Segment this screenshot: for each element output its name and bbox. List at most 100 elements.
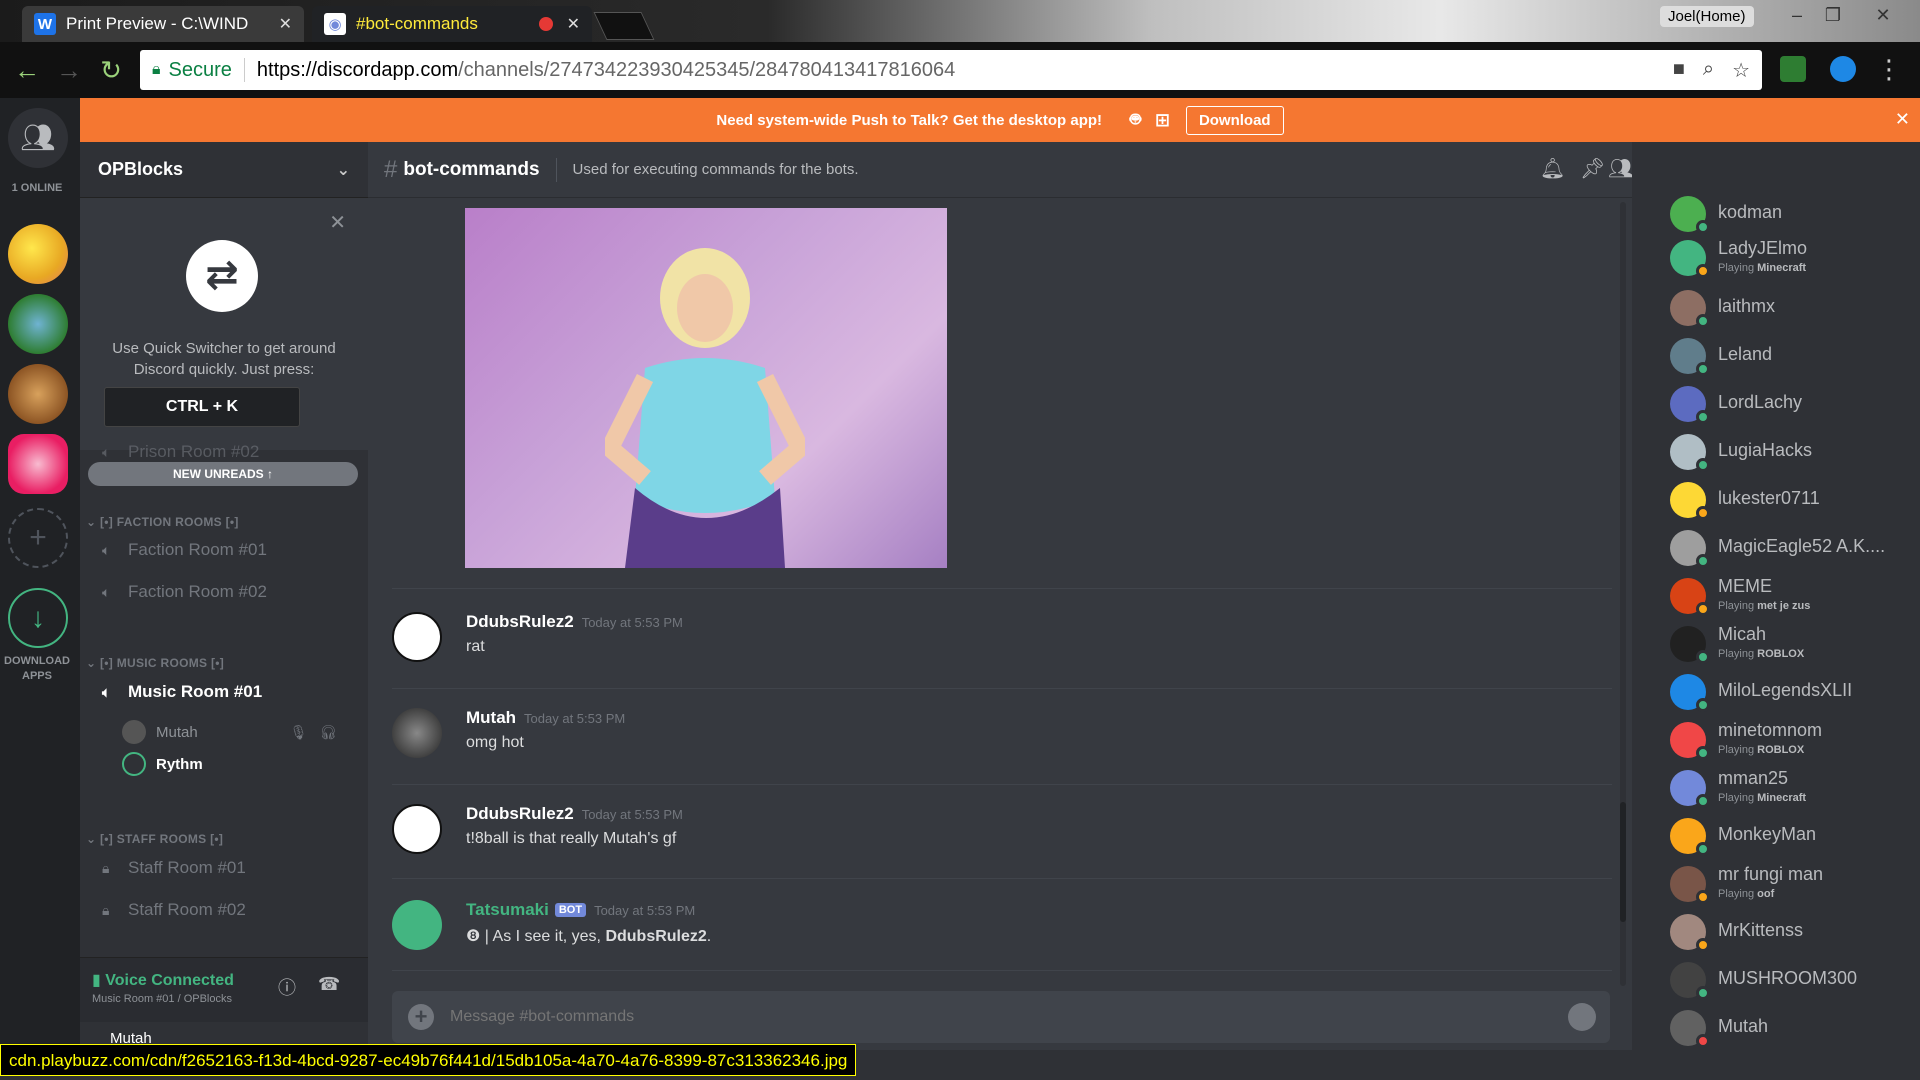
new-unreads-button[interactable]: NEW UNREADS ↑: [88, 462, 358, 486]
status-dot: [1696, 650, 1710, 664]
member-item[interactable]: MagicEagle52 A.K....: [1670, 528, 1910, 568]
restore-icon[interactable]: ❐: [1816, 2, 1850, 28]
message-author[interactable]: Tatsumaki BOT Today at 5:53 PM: [466, 900, 695, 920]
member-name: kodman: [1718, 202, 1783, 222]
tab-close-icon[interactable]: ✕: [567, 14, 580, 34]
category-faction-rooms[interactable]: ⌄ [•] FACTION ROOMS [•]: [86, 515, 239, 529]
tab-label: Print Preview - C:\WIND: [66, 14, 249, 33]
message-input[interactable]: [450, 1008, 1568, 1026]
message-author[interactable]: DdubsRulez2 Today at 5:53 PM: [466, 612, 683, 632]
avatar[interactable]: [392, 612, 442, 662]
chat-scrollbar[interactable]: [1620, 202, 1626, 986]
member-item[interactable]: Leland: [1670, 336, 1910, 376]
extension-shield-icon[interactable]: [1780, 56, 1806, 82]
member-item[interactable]: MrKittenss: [1670, 912, 1910, 952]
extension-circle-icon[interactable]: [1830, 56, 1856, 82]
minimize-icon[interactable]: –: [1780, 2, 1814, 28]
info-icon[interactable]: ⓘ: [278, 974, 296, 1000]
server-icon-spongebob[interactable]: [8, 224, 68, 284]
channel-music-room-01[interactable]: 🔈︎ Music Room #01: [102, 682, 262, 702]
server-header[interactable]: OPBlocks ⌄: [80, 142, 368, 198]
message-author[interactable]: Mutah Today at 5:53 PM: [466, 708, 625, 728]
reload-icon[interactable]: ↻: [96, 55, 126, 85]
member-item[interactable]: mman25 Playing Minecraft: [1670, 768, 1910, 808]
channel-label: Prison Room #02: [128, 442, 260, 461]
pin-icon[interactable]: 📌︎: [1580, 156, 1605, 181]
server-icon-cat[interactable]: [8, 364, 68, 424]
zoom-icon[interactable]: ⌕: [1703, 58, 1714, 83]
upload-plus-icon[interactable]: +: [408, 1004, 434, 1030]
member-item[interactable]: LugiaHacks: [1670, 432, 1910, 472]
member-name: MagicEagle52 A.K....: [1718, 536, 1886, 556]
avatar[interactable]: [392, 708, 442, 758]
member-item[interactable]: LordLachy: [1670, 384, 1910, 424]
tab-bot-commands[interactable]: ◉ #bot-commands ✕: [312, 6, 592, 42]
server-icon-opblocks[interactable]: [8, 434, 68, 494]
game-name: ROBLOX: [1757, 648, 1805, 660]
desktop-app-banner: Need system-wide Push to Talk? Get the d…: [80, 98, 1920, 142]
member-item[interactable]: lukester0711: [1670, 480, 1910, 520]
member-activity: Playing met je zus: [1718, 600, 1810, 612]
member-item[interactable]: mr fungi man Playing oof: [1670, 864, 1910, 904]
member-item[interactable]: MonkeyMan: [1670, 816, 1910, 856]
friends-icon[interactable]: 👥︎: [8, 108, 68, 168]
close-window-icon[interactable]: ✕: [1866, 2, 1900, 28]
category-label: [•] FACTION ROOMS [•]: [100, 515, 239, 529]
w-app-icon: W: [34, 13, 56, 35]
bell-icon[interactable]: 🔔︎: [1540, 156, 1565, 181]
message-author[interactable]: DdubsRulez2 Today at 5:53 PM: [466, 804, 683, 824]
members-icon[interactable]: 👥︎: [1608, 156, 1633, 181]
chat-area: # bot-commands Used for executing comman…: [368, 142, 1633, 1050]
scroll-thumb[interactable]: [1620, 802, 1626, 922]
status-dot: [1696, 938, 1710, 952]
member-item[interactable]: laithmx: [1670, 288, 1910, 328]
add-server-icon[interactable]: +: [8, 508, 68, 568]
voice-location[interactable]: Music Room #01 / OPBlocks: [92, 993, 232, 1005]
voice-user-mutah[interactable]: Mutah 🎙︎ 🎧︎: [122, 720, 337, 744]
server-icon-waterfall[interactable]: [8, 294, 68, 354]
channel-staff-room-02[interactable]: 🔒︎ Staff Room #02: [102, 900, 246, 920]
url-bar[interactable]: 🔒︎ Secure https://discordapp.com/channel…: [140, 50, 1762, 90]
status-dot: [1696, 842, 1710, 856]
disconnect-icon[interactable]: ☎︎: [318, 974, 340, 995]
game-name: Minecraft: [1757, 262, 1807, 274]
mic-muted-icon: 🎙︎: [289, 723, 308, 740]
voice-user-rythm[interactable]: Rythm: [122, 752, 203, 776]
channel-prison-room-02[interactable]: 🔈︎ Prison Room #02: [102, 442, 259, 462]
member-item[interactable]: LadyJElmo Playing Minecraft: [1670, 238, 1910, 278]
menu-icon[interactable]: ⋮: [1874, 54, 1904, 84]
channel-faction-room-02[interactable]: 🔈︎ Faction Room #02: [102, 582, 267, 602]
member-item[interactable]: MiloLegendsXLII: [1670, 672, 1910, 712]
tab-close-icon[interactable]: ✕: [279, 14, 292, 34]
category-music-rooms[interactable]: ⌄ [•] MUSIC ROOMS [•]: [86, 656, 224, 670]
member-item[interactable]: kodman: [1670, 194, 1910, 234]
channel-staff-room-01[interactable]: 🔒︎ Staff Room #01: [102, 858, 246, 878]
close-icon[interactable]: ✕: [329, 210, 346, 235]
avatar[interactable]: [392, 900, 442, 950]
member-name: Mutah: [1718, 1016, 1769, 1036]
member-item[interactable]: MUSHROOM300: [1670, 960, 1910, 1000]
avatar[interactable]: [392, 804, 442, 854]
chevron-down-icon[interactable]: ⌄: [337, 160, 350, 180]
emoji-picker-icon[interactable]: [1568, 1003, 1596, 1031]
banner-close-icon[interactable]: ✕: [1895, 109, 1910, 130]
android-icon[interactable]: 🤖︎: [1130, 108, 1141, 133]
tab-print-preview[interactable]: W Print Preview - C:\WIND ✕: [22, 6, 304, 42]
camera-icon[interactable]: ■: [1673, 58, 1685, 83]
forward-icon[interactable]: →: [54, 55, 84, 85]
download-button[interactable]: Download: [1185, 105, 1284, 135]
member-item[interactable]: MEME Playing met je zus: [1670, 576, 1910, 616]
profile-chip[interactable]: Joel(Home): [1660, 6, 1754, 27]
member-item[interactable]: minetomnom Playing ROBLOX: [1670, 720, 1910, 760]
member-item[interactable]: Mutah: [1670, 1008, 1910, 1048]
category-staff-rooms[interactable]: ⌄ [•] STAFF ROOMS [•]: [86, 832, 223, 846]
channel-faction-room-01[interactable]: 🔈︎ Faction Room #01: [102, 540, 267, 560]
playing-label: Playing: [1718, 600, 1755, 612]
new-tab-button[interactable]: [593, 12, 655, 40]
embedded-image[interactable]: [465, 208, 947, 568]
windows-icon[interactable]: ⊞: [1155, 110, 1170, 131]
member-item[interactable]: Micah Playing ROBLOX: [1670, 624, 1910, 664]
download-apps-icon[interactable]: ↓: [8, 588, 68, 648]
bookmark-star-icon[interactable]: ☆: [1732, 58, 1750, 83]
back-icon[interactable]: ←: [12, 55, 42, 85]
